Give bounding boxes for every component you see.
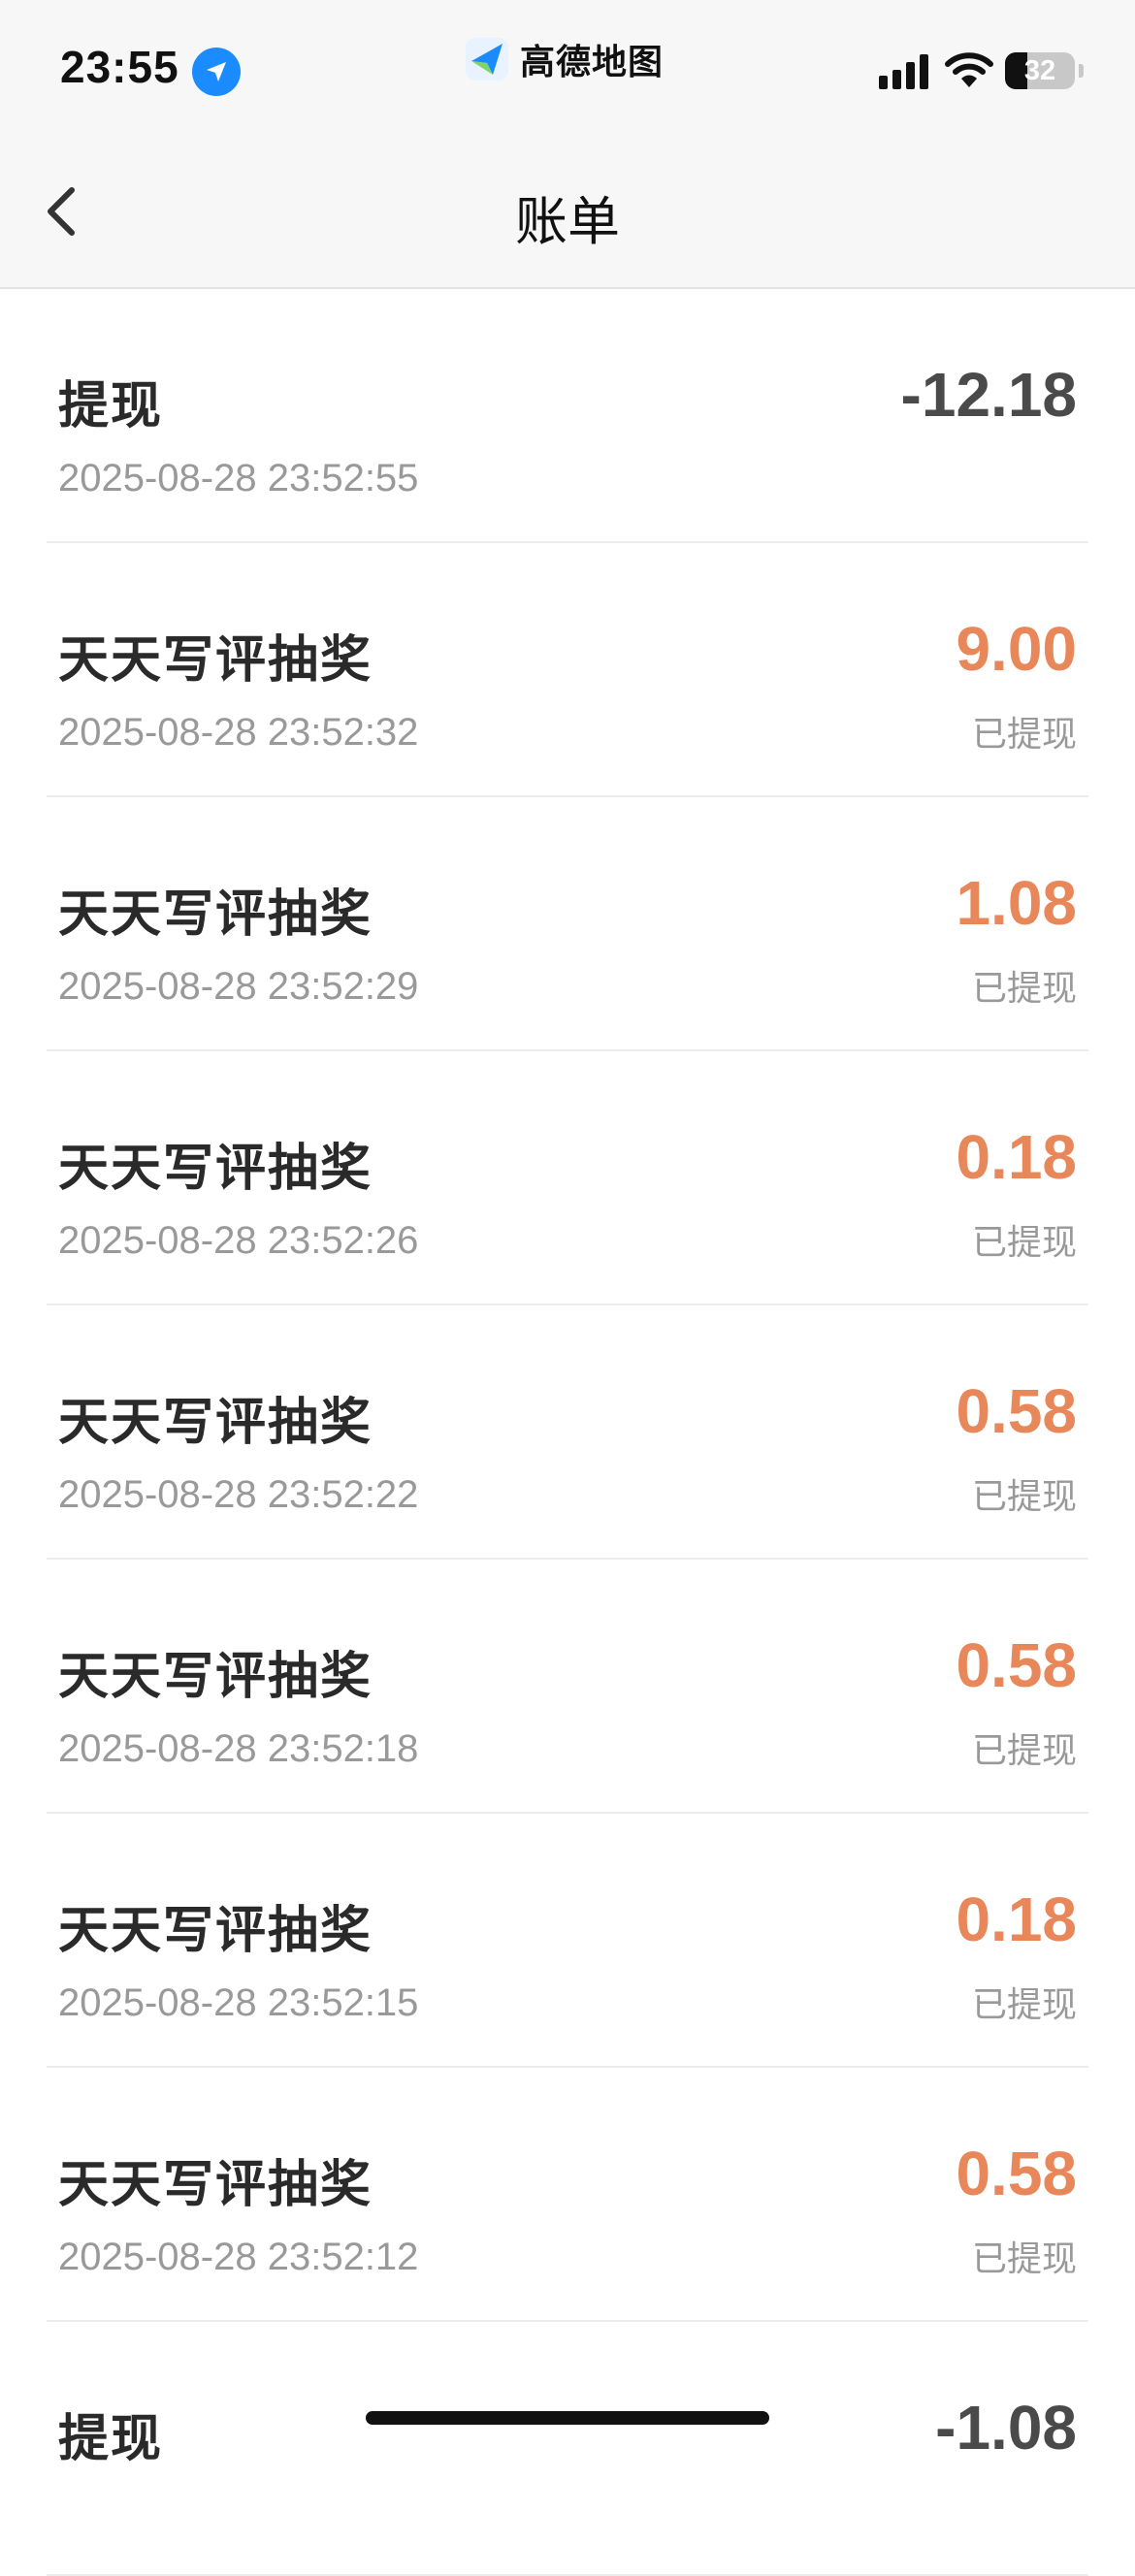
bill-time: 2025-08-28 23:52:29 (58, 965, 419, 1008)
bill-title: 天天写评抽奖 (58, 1141, 373, 1197)
bill-time: 2025-08-28 23:52:12 (58, 2236, 419, 2278)
bill-row[interactable]: 天天写评抽奖 2025-08-28 23:52:32 9.00 已提现 (47, 543, 1088, 797)
location-arrow-icon (192, 48, 241, 96)
battery-icon: 32 (1005, 52, 1075, 89)
battery-cap (1079, 64, 1084, 78)
bill-status: 已提现 (971, 1984, 1077, 2024)
app-name: 高德地图 (520, 42, 665, 81)
bill-title: 天天写评抽奖 (58, 886, 373, 943)
bill-row[interactable]: 天天写评抽奖 2025-08-28 23:52:29 1.08 已提现 (47, 797, 1088, 1051)
bill-title: 天天写评抽奖 (58, 632, 373, 689)
bill-status: 已提现 (971, 1222, 1077, 1262)
page-title: 账单 (515, 193, 620, 251)
bill-title: 天天写评抽奖 (58, 1903, 373, 1959)
bill-row[interactable]: 提现 -1.08 (47, 2322, 1088, 2576)
bill-time: 2025-08-28 23:52:15 (58, 1981, 419, 2024)
bill-title: 天天写评抽奖 (58, 1395, 373, 1451)
bill-amount: 0.58 (956, 1630, 1077, 1700)
bill-amount: 0.58 (956, 1376, 1077, 1446)
bill-row[interactable]: 天天写评抽奖 2025-08-28 23:52:26 0.18 已提现 (47, 1051, 1088, 1305)
bill-row[interactable]: 天天写评抽奖 2025-08-28 23:52:12 0.58 已提现 (47, 2068, 1088, 2322)
battery-percent: 32 (1023, 55, 1056, 86)
bill-status: 已提现 (971, 2238, 1077, 2278)
bill-row[interactable]: 天天写评抽奖 2025-08-28 23:52:15 0.18 已提现 (47, 1814, 1088, 2068)
bill-amount: 0.58 (956, 2139, 1077, 2208)
bill-time: 2025-08-28 23:52:26 (58, 1219, 419, 1262)
bill-amount: 0.18 (956, 1884, 1077, 1954)
bill-list: 提现 2025-08-28 23:52:55 -12.18 天天写评抽奖 2025-08… (0, 289, 1135, 2576)
amap-logo-icon (464, 36, 510, 82)
bill-status: 已提现 (971, 1476, 1077, 1516)
bill-title: 天天写评抽奖 (58, 2157, 373, 2213)
bill-time: 2025-08-28 23:52:18 (58, 1727, 419, 1770)
back-to-app-indicator[interactable]: 高德地图 (464, 35, 664, 83)
bill-title: 提现 (58, 2411, 164, 2467)
bill-row[interactable]: 天天写评抽奖 2025-08-28 23:52:18 0.58 已提现 (47, 1560, 1088, 1814)
bill-title: 天天写评抽奖 (58, 1649, 373, 1705)
bill-title: 提现 (58, 378, 164, 435)
bill-row[interactable]: 天天写评抽奖 2025-08-28 23:52:22 0.58 已提现 (47, 1305, 1088, 1560)
bill-status: 已提现 (971, 714, 1077, 754)
status-time: 23:55 (60, 42, 179, 92)
bill-amount: -1.08 (935, 2393, 1077, 2463)
nav-bar: 账单 (0, 136, 1135, 289)
home-indicator[interactable] (366, 2411, 769, 2425)
bill-amount: 9.00 (956, 614, 1077, 684)
bill-time: 2025-08-28 23:52:55 (58, 457, 419, 499)
signal-icon (879, 52, 928, 89)
bill-status: 已提现 (971, 1730, 1077, 1770)
bill-amount: 0.18 (956, 1122, 1077, 1192)
bill-amount: -12.18 (900, 360, 1077, 430)
wifi-icon (945, 50, 993, 94)
bill-row[interactable]: 提现 2025-08-28 23:52:55 -12.18 (47, 289, 1088, 543)
bill-time: 2025-08-28 23:52:32 (58, 711, 419, 754)
bill-status: 已提现 (971, 968, 1077, 1008)
bill-time: 2025-08-28 23:52:22 (58, 1473, 419, 1516)
status-bar: 23:55 高德地图 32 (0, 0, 1135, 136)
bill-amount: 1.08 (956, 868, 1077, 938)
